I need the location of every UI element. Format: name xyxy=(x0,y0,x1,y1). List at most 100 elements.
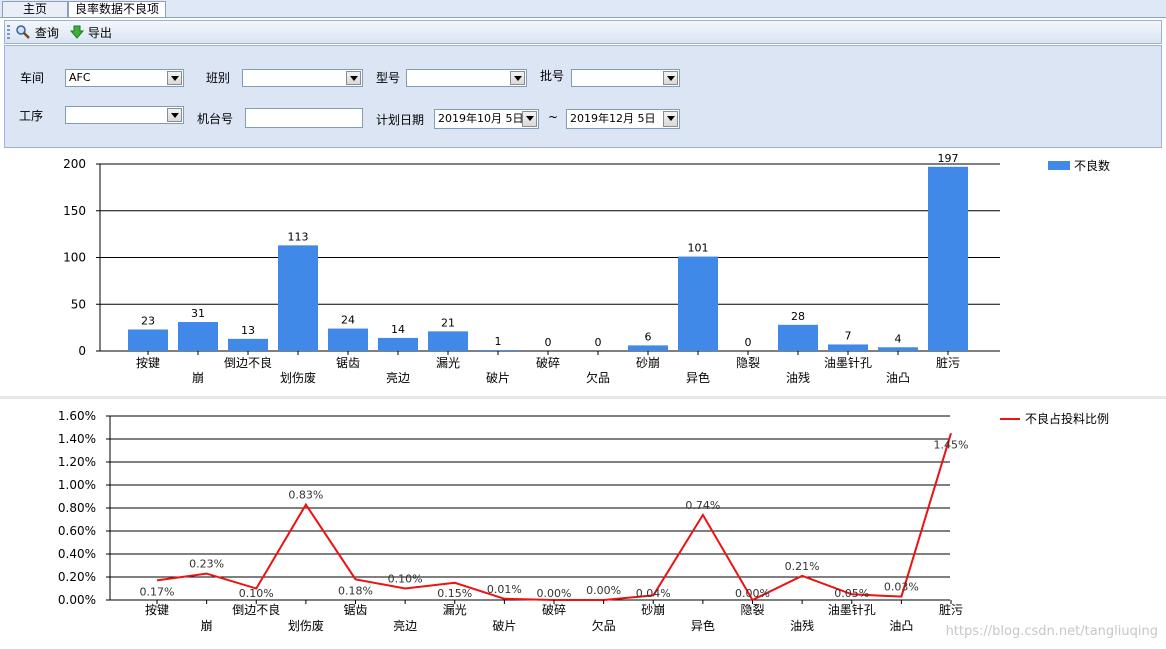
calendar-dropdown-icon[interactable] xyxy=(522,111,537,127)
plan-date-label: 计划日期 xyxy=(376,113,425,127)
x-tick-label: 砂崩 xyxy=(636,356,660,370)
point-data-label: 0.00% xyxy=(735,587,770,600)
point-data-label: 0.10% xyxy=(239,587,274,600)
x-tick-label: 异色 xyxy=(691,619,715,633)
chevron-down-icon[interactable] xyxy=(663,71,678,85)
point-data-label: 1.45% xyxy=(934,438,969,451)
point-data-label: 0.10% xyxy=(388,573,423,586)
toolbar-grip[interactable] xyxy=(7,25,10,39)
export-button[interactable]: 导出 xyxy=(69,24,112,40)
y-tick-label: 0.60% xyxy=(58,524,96,538)
point-data-label: 0.23% xyxy=(189,558,224,571)
x-tick-label: 异色 xyxy=(686,371,710,385)
bar xyxy=(928,166,968,351)
chevron-down-icon[interactable] xyxy=(510,71,525,85)
x-tick-label: 锯齿 xyxy=(343,602,367,617)
x-tick-label: 隐裂 xyxy=(736,356,760,370)
point-data-label: 0.15% xyxy=(437,587,472,600)
calendar-dropdown-icon[interactable] xyxy=(663,111,678,127)
x-tick-label: 划伤废 xyxy=(288,618,324,633)
x-tick-label: 油残 xyxy=(790,619,814,633)
bar xyxy=(678,256,718,351)
point-data-label: 0.00% xyxy=(537,587,572,600)
bar-data-label: 23 xyxy=(141,314,155,327)
export-icon xyxy=(69,25,85,39)
bar-data-label: 0 xyxy=(745,336,752,349)
bar xyxy=(128,329,168,351)
bar xyxy=(778,324,818,351)
x-tick-label: 油残 xyxy=(786,371,810,385)
x-tick-label: 砂崩 xyxy=(641,603,665,617)
x-tick-label: 亮边 xyxy=(393,618,417,633)
query-label: 查询 xyxy=(34,26,59,40)
chevron-down-icon[interactable] xyxy=(167,108,182,122)
process-label: 工序 xyxy=(19,109,44,123)
bar xyxy=(878,347,918,351)
point-data-label: 0.00% xyxy=(586,584,621,597)
legend-label: 不良数 xyxy=(1074,158,1110,173)
workshop-select[interactable]: AFC xyxy=(65,69,184,87)
model-select[interactable] xyxy=(406,69,527,87)
bar xyxy=(178,322,218,351)
date-separator: ~ xyxy=(548,110,559,124)
bar-data-label: 0 xyxy=(595,336,602,349)
bar xyxy=(278,245,318,351)
machine-label: 机台号 xyxy=(197,112,234,126)
bar-data-label: 31 xyxy=(191,307,205,320)
y-tick-label: 0.00% xyxy=(58,593,96,607)
y-tick-label: 1.60% xyxy=(58,409,96,423)
bar-data-label: 101 xyxy=(688,242,709,255)
chevron-down-icon[interactable] xyxy=(346,71,361,85)
chevron-down-icon[interactable] xyxy=(167,71,182,85)
y-tick-label: 0.40% xyxy=(58,547,96,561)
x-tick-label: 油墨针孔 xyxy=(824,355,872,370)
y-tick-label: 0.20% xyxy=(58,570,96,584)
bar-data-label: 13 xyxy=(241,324,255,337)
shift-select[interactable] xyxy=(242,69,363,87)
x-tick-label: 脏污 xyxy=(939,602,963,617)
shift-label: 班别 xyxy=(206,71,231,85)
x-tick-label: 倒边不良 xyxy=(224,355,272,370)
x-tick-label: 油墨针孔 xyxy=(828,602,876,617)
legend-swatch xyxy=(1048,161,1070,170)
series-line xyxy=(156,433,952,602)
machine-input[interactable] xyxy=(245,108,363,128)
x-tick-label: 漏光 xyxy=(443,603,467,617)
tab-yield-defects[interactable]: 良率数据不良项 xyxy=(68,1,167,17)
point-data-label: 0.18% xyxy=(338,584,373,597)
bar-data-label: 113 xyxy=(288,230,309,243)
point-data-label: 0.05% xyxy=(834,587,869,600)
bar xyxy=(378,337,418,351)
workshop-label: 车间 xyxy=(20,71,45,85)
date-to-picker[interactable]: 2019年12月 5日 xyxy=(566,109,680,129)
x-tick-label: 按键 xyxy=(145,603,169,617)
x-tick-label: 欠品 xyxy=(586,370,610,385)
query-button[interactable]: 查询 xyxy=(15,24,59,40)
process-select[interactable] xyxy=(65,106,184,124)
defect-count-bar-chart: 05010015020023按键31崩13倒边不良113划伤废24锯齿14亮边2… xyxy=(63,152,1110,385)
legend-label: 不良占投料比例 xyxy=(1025,411,1109,426)
export-label: 导出 xyxy=(87,26,112,40)
bar xyxy=(328,328,368,351)
bar xyxy=(478,350,518,351)
model-label: 型号 xyxy=(376,71,401,85)
bar-data-label: 28 xyxy=(791,310,805,323)
batch-select[interactable] xyxy=(571,69,680,87)
x-tick-label: 划伤废 xyxy=(280,370,316,385)
point-data-label: 0.74% xyxy=(685,499,720,512)
x-tick-label: 油凸 xyxy=(889,619,913,633)
x-tick-label: 破片 xyxy=(486,370,510,385)
tab-home[interactable]: 主页 xyxy=(2,1,68,17)
y-tick-label: 50 xyxy=(71,297,86,311)
bar-data-label: 0 xyxy=(545,336,552,349)
y-tick-label: 1.20% xyxy=(58,455,96,469)
bar-data-label: 1 xyxy=(495,335,502,348)
bar-data-label: 197 xyxy=(938,152,959,165)
date-from-picker[interactable]: 2019年10月 5日 xyxy=(434,109,539,129)
chart-divider xyxy=(0,396,1166,399)
bar xyxy=(828,344,868,351)
filter-panel: 车间 AFC 班别 型号 批号 工序 机台号 计划日期 2019年10月 5日 … xyxy=(4,45,1162,148)
point-data-label: 0.21% xyxy=(785,560,820,573)
point-data-label: 0.04% xyxy=(636,587,671,600)
bar-data-label: 14 xyxy=(391,323,405,336)
